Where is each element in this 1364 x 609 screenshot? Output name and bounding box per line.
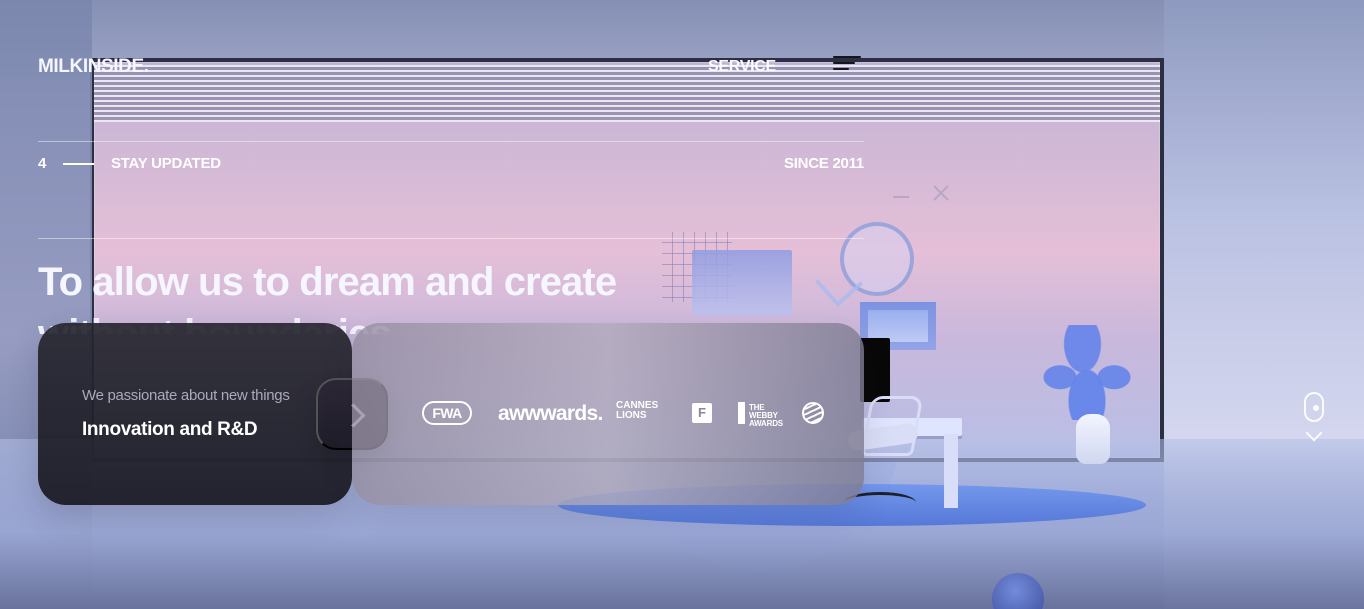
scroll-dot bbox=[1313, 405, 1319, 411]
slide-number: 4 bbox=[38, 155, 47, 172]
desk-leg bbox=[944, 434, 958, 508]
middle-divider bbox=[38, 238, 864, 239]
nav-link-service[interactable]: SERVICE bbox=[708, 58, 776, 76]
hero-scene: MILKINSIDE. SERVICE 4 STAY UPDATED SINCE… bbox=[0, 0, 1364, 609]
floating-close-icon bbox=[933, 185, 949, 201]
stay-updated-label: STAY UPDATED bbox=[111, 155, 221, 172]
since-label: SINCE 2011 bbox=[783, 155, 864, 172]
feature-title: Innovation and R&D bbox=[82, 419, 258, 440]
f-award-logo: F bbox=[692, 403, 712, 423]
cannes-lions-logo: CANNES LIONS bbox=[616, 400, 659, 421]
meta-separator bbox=[63, 163, 94, 165]
webby-text: THE WEBBY AWARDS bbox=[749, 403, 783, 428]
top-navigation: MILKINSIDE. SERVICE bbox=[38, 56, 862, 80]
menu-icon[interactable] bbox=[833, 56, 861, 72]
mouse-scroll-icon bbox=[1304, 392, 1324, 422]
awards-card: FWA awwwards. CANNES LIONS F THE WEBBY A… bbox=[352, 323, 864, 505]
meta-row: 4 STAY UPDATED SINCE 2011 bbox=[38, 155, 864, 175]
top-divider bbox=[38, 141, 864, 142]
brand-logo[interactable]: MILKINSIDE. bbox=[38, 56, 149, 78]
plant-pot bbox=[1076, 414, 1110, 464]
floating-square-shape bbox=[692, 250, 792, 316]
fwa-logo: FWA bbox=[422, 401, 472, 425]
awwwards-logo: awwwards. bbox=[498, 402, 603, 425]
feature-card: We passionate about new things Innovatio… bbox=[38, 323, 352, 505]
scroll-indicator[interactable] bbox=[1303, 392, 1325, 446]
monitor bbox=[860, 338, 890, 402]
floating-dash-shape bbox=[893, 196, 909, 198]
webby-bar bbox=[738, 402, 745, 424]
chevron-down-icon bbox=[1305, 424, 1323, 442]
globe-award-logo bbox=[802, 402, 824, 424]
plant-leaves bbox=[1042, 325, 1132, 420]
feature-kicker: We passionate about new things bbox=[82, 387, 290, 404]
